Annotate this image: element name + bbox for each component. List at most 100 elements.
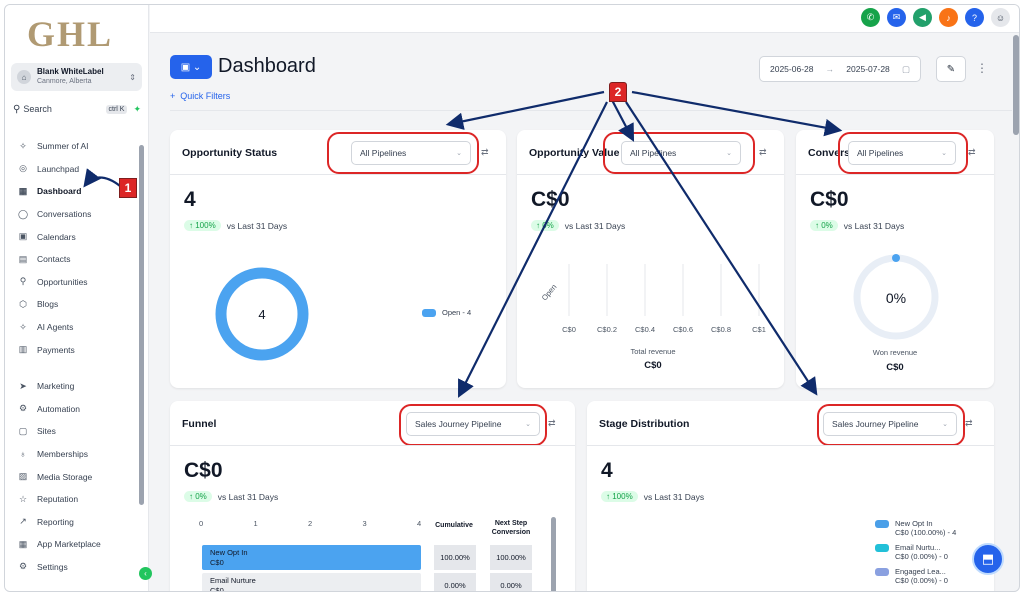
sidebar-item-conversations[interactable]: ◯ Conversations xyxy=(5,203,145,226)
metric-trend: ↑ 0% vs Last 31 Days xyxy=(184,491,278,502)
annotation-badge-2: 2 xyxy=(609,82,627,102)
sparkle-icon: ✧ xyxy=(19,140,27,151)
header-divider xyxy=(170,110,1012,111)
sparkle-icon: ✧ xyxy=(19,321,27,332)
card-title: Funnel xyxy=(182,418,217,430)
sidebar-item-automation[interactable]: ⚙ Automation xyxy=(5,398,145,421)
annotation-badge-1: 1 xyxy=(119,178,137,198)
metric-trend: ↑ 100% vs Last 31 Days xyxy=(184,220,287,231)
card-title: Opportunity Status xyxy=(182,147,278,159)
funnel-scrollbar[interactable] xyxy=(551,517,556,591)
compare-label: vs Last 31 Days xyxy=(643,491,705,502)
page-scrollbar[interactable] xyxy=(1013,35,1019,135)
sidebar-search[interactable]: ⚲ Search ctrl K ✦ xyxy=(13,101,141,117)
change-badge: ↑ 100% xyxy=(601,491,638,502)
page-title: Dashboard xyxy=(218,55,316,77)
funnel-row-track[interactable]: Email Nurture C$0 xyxy=(202,573,421,591)
more-options-icon[interactable]: ⋮ xyxy=(976,61,988,75)
filter-icon: ⚲ xyxy=(19,276,27,287)
funnel-card: Funnel Sales Journey Pipeline ⌄ ⇄ C$0 ↑ 0… xyxy=(170,401,575,591)
sidebar-item-label: Sites xyxy=(37,426,56,437)
funnel-stage-name: Email Nurture xyxy=(210,576,256,585)
search-shortcut: ctrl K xyxy=(105,104,128,114)
edit-dashboard-button[interactable]: ✎ xyxy=(936,56,966,82)
sidebar-item-label: App Marketplace xyxy=(37,539,101,550)
account-switcher[interactable]: ⌂ Blank WhiteLabel Canmore, Alberta ⇕ xyxy=(11,63,142,91)
sidebar-item-opportunities[interactable]: ⚲ Opportunities xyxy=(5,271,145,294)
image-icon: ▨ xyxy=(18,471,28,482)
card-divider xyxy=(170,445,575,446)
filter-toggle-icon[interactable]: ⇄ xyxy=(759,147,767,158)
legend-swatch xyxy=(875,568,889,576)
revenue-bar-chart: C$0 C$0.2 C$0.4 C$0.6 C$0.8 C$1 Open Total reve… xyxy=(540,264,766,371)
sidebar-item-calendars[interactable]: ▣ Calendars xyxy=(5,225,145,248)
funnel-row-label: Email Nurture C$0 xyxy=(210,576,413,591)
sidebar-item-contacts[interactable]: ▤ Contacts xyxy=(5,248,145,271)
x-tick-label: C$1 xyxy=(752,325,766,334)
sidebar-item-app-marketplace[interactable]: ▦ App Marketplace xyxy=(5,533,145,556)
filter-toggle-icon[interactable]: ⇄ xyxy=(481,147,489,158)
sites-icon: ▢ xyxy=(18,425,28,436)
ai-spark-icon[interactable]: ✦ xyxy=(133,104,141,115)
phone-icon[interactable]: ✆ xyxy=(861,8,880,27)
grid-icon: ▦ xyxy=(18,185,28,196)
funnel-stage-name: New Opt In xyxy=(210,548,248,557)
contacts-icon: ▤ xyxy=(18,253,28,264)
megaphone-icon[interactable]: ✉ xyxy=(887,8,906,27)
x-tick-label: C$0.8 xyxy=(711,325,731,334)
receipt-icon: ▥ xyxy=(18,344,28,355)
legend-name: Engaged Lea... xyxy=(895,567,946,576)
legend-item[interactable]: Email Nurtu... C$0 (0.00%) - 0 xyxy=(875,543,956,561)
opportunity-value-card: Opportunity Value All Pipelines ⌄ ⇄ C$0 ↑… xyxy=(517,130,784,388)
filter-toggle-icon[interactable]: ⇄ xyxy=(968,147,976,158)
total-revenue-value: C$0 xyxy=(644,360,661,371)
sidebar-item-label: Summer of AI xyxy=(37,141,89,152)
sidebar-item-summer-of-ai[interactable]: ✧ Summer of AI xyxy=(5,135,145,158)
legend-item[interactable]: Engaged Lea... C$0 (0.00%) - 0 xyxy=(875,567,956,585)
announcement-icon[interactable]: ◀ xyxy=(913,8,932,27)
chat-icon: ◯ xyxy=(17,208,29,219)
compare-label: vs Last 31 Days xyxy=(217,491,279,502)
bell-icon[interactable]: ♪ xyxy=(939,8,958,27)
sidebar-item-blogs[interactable]: ⬡ Blogs xyxy=(5,293,145,316)
legend-item[interactable]: Open - 4 xyxy=(422,308,471,317)
sidebar-item-label: Launchpad xyxy=(37,163,80,174)
x-axis-title: Total revenue xyxy=(630,347,675,356)
funnel-row-track[interactable]: New Opt In C$0 xyxy=(202,545,421,570)
brand-logo[interactable]: GHL xyxy=(27,13,113,55)
sidebar-item-sites[interactable]: ▢ Sites xyxy=(5,420,145,443)
sidebar-scrollbar[interactable] xyxy=(139,145,144,505)
sidebar-item-memberships[interactable]: ♁ Memberships xyxy=(5,443,145,466)
sidebar-item-reporting[interactable]: ↗ Reporting xyxy=(5,511,145,534)
sidebar-item-payments[interactable]: ▥ Payments xyxy=(5,338,145,361)
help-icon[interactable]: ? xyxy=(965,8,984,27)
quick-filters-link[interactable]: + Quick Filters xyxy=(170,91,230,101)
sidebar-item-reputation[interactable]: ☆ Reputation xyxy=(5,488,145,511)
sidebar-item-media-storage[interactable]: ▨ Media Storage xyxy=(5,465,145,488)
top-bar: ✆ ✉ ◀ ♪ ? ☺ xyxy=(150,5,1019,33)
sidebar-item-label: Automation xyxy=(37,403,80,414)
automation-icon: ⚙ xyxy=(18,403,28,414)
dashboard-switcher-button[interactable]: ▣ ⌄ xyxy=(170,55,212,79)
sidebar-item-label: Media Storage xyxy=(37,471,93,482)
filter-toggle-icon[interactable]: ⇄ xyxy=(548,418,556,429)
annotation-highlight xyxy=(327,132,479,174)
legend-label: Open - 4 xyxy=(442,308,472,317)
chat-support-icon[interactable]: ⬒ xyxy=(972,543,1004,575)
sidebar-item-settings[interactable]: ⚙ Settings xyxy=(5,556,145,579)
user-avatar[interactable]: ☺ xyxy=(991,8,1010,27)
cumulative-header: Cumulative xyxy=(435,522,473,529)
change-badge: ↑ 0% xyxy=(810,220,838,231)
membership-icon: ♁ xyxy=(19,449,27,460)
filter-toggle-icon[interactable]: ⇄ xyxy=(965,418,973,429)
date-range-picker[interactable]: 2025-06-28 → 2025-07-28 ▢ xyxy=(759,56,921,82)
donut-chart[interactable]: 4 xyxy=(210,262,314,366)
legend-swatch xyxy=(422,309,436,317)
sidebar-item-ai-agents[interactable]: ✧ AI Agents xyxy=(5,316,145,339)
metric-value: 4 xyxy=(184,188,196,211)
sidebar-item-launchpad[interactable]: ◎ Launchpad xyxy=(5,158,145,181)
legend-item[interactable]: New Opt In C$0 (100.00%) - 4 xyxy=(875,519,956,537)
metric-value: 4 xyxy=(601,459,613,482)
metric-value: C$0 xyxy=(810,188,849,211)
sidebar-item-marketing[interactable]: ➤ Marketing xyxy=(5,375,145,398)
